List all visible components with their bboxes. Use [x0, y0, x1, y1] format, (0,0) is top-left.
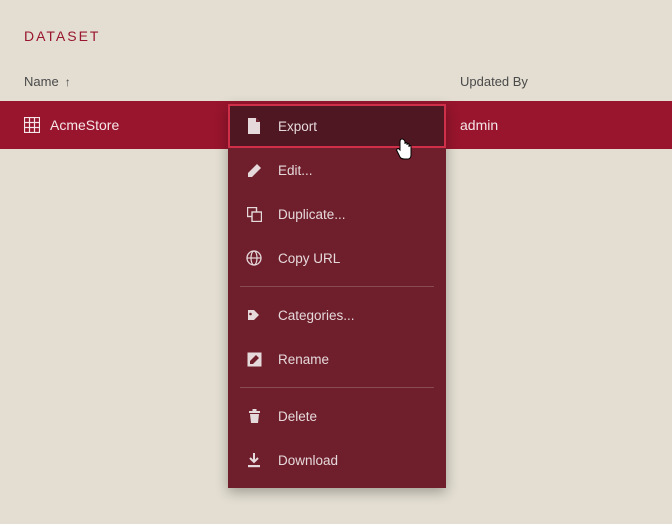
section-title: DATASET [0, 0, 672, 44]
context-menu: Export Edit... Duplicate... Copy URL [228, 104, 446, 488]
column-header-updated-by[interactable]: Updated By [460, 74, 528, 89]
menu-item-label: Rename [278, 352, 329, 367]
column-header-name[interactable]: Name ↑ [0, 74, 460, 89]
file-icon [246, 118, 262, 134]
menu-item-label: Categories... [278, 308, 355, 323]
menu-item-rename[interactable]: Rename [228, 337, 446, 381]
menu-item-copy-url[interactable]: Copy URL [228, 236, 446, 280]
menu-item-label: Export [278, 119, 317, 134]
sort-ascending-icon: ↑ [65, 75, 71, 89]
menu-item-export[interactable]: Export [228, 104, 446, 148]
menu-item-download[interactable]: Download [228, 438, 446, 482]
column-name-label: Name [24, 74, 59, 89]
table-header: Name ↑ Updated By [0, 44, 672, 101]
menu-item-edit[interactable]: Edit... [228, 148, 446, 192]
menu-item-label: Edit... [278, 163, 313, 178]
row-updated-by-cell: admin [460, 117, 498, 133]
download-icon [246, 452, 262, 468]
menu-item-label: Download [278, 453, 338, 468]
menu-item-delete[interactable]: Delete [228, 394, 446, 438]
copy-icon [246, 206, 262, 222]
menu-item-duplicate[interactable]: Duplicate... [228, 192, 446, 236]
menu-item-label: Duplicate... [278, 207, 346, 222]
globe-icon [246, 250, 262, 266]
trash-icon [246, 408, 262, 424]
dataset-grid-icon [24, 117, 40, 133]
row-name-label: AcmeStore [50, 117, 119, 133]
menu-divider [240, 286, 434, 287]
pencil-icon [246, 162, 262, 178]
rename-icon [246, 351, 262, 367]
tag-icon [246, 307, 262, 323]
menu-item-label: Copy URL [278, 251, 340, 266]
menu-item-categories[interactable]: Categories... [228, 293, 446, 337]
menu-divider [240, 387, 434, 388]
menu-item-label: Delete [278, 409, 317, 424]
